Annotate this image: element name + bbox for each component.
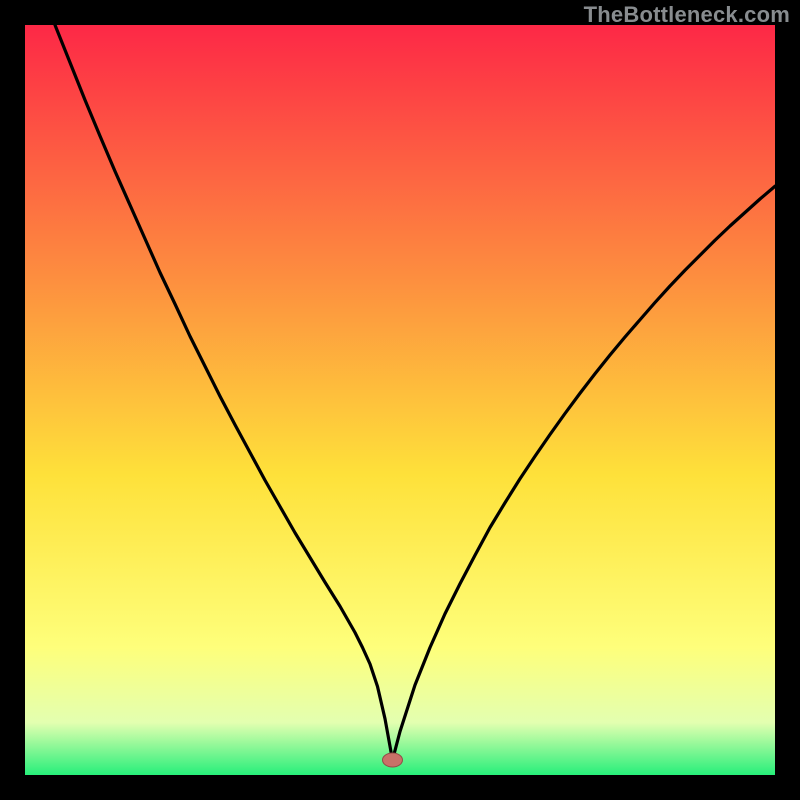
optimal-point-marker [383,753,403,767]
bottleneck-chart [25,25,775,775]
chart-frame: TheBottleneck.com [0,0,800,800]
plot-background [25,25,775,775]
watermark-text: TheBottleneck.com [584,2,790,28]
